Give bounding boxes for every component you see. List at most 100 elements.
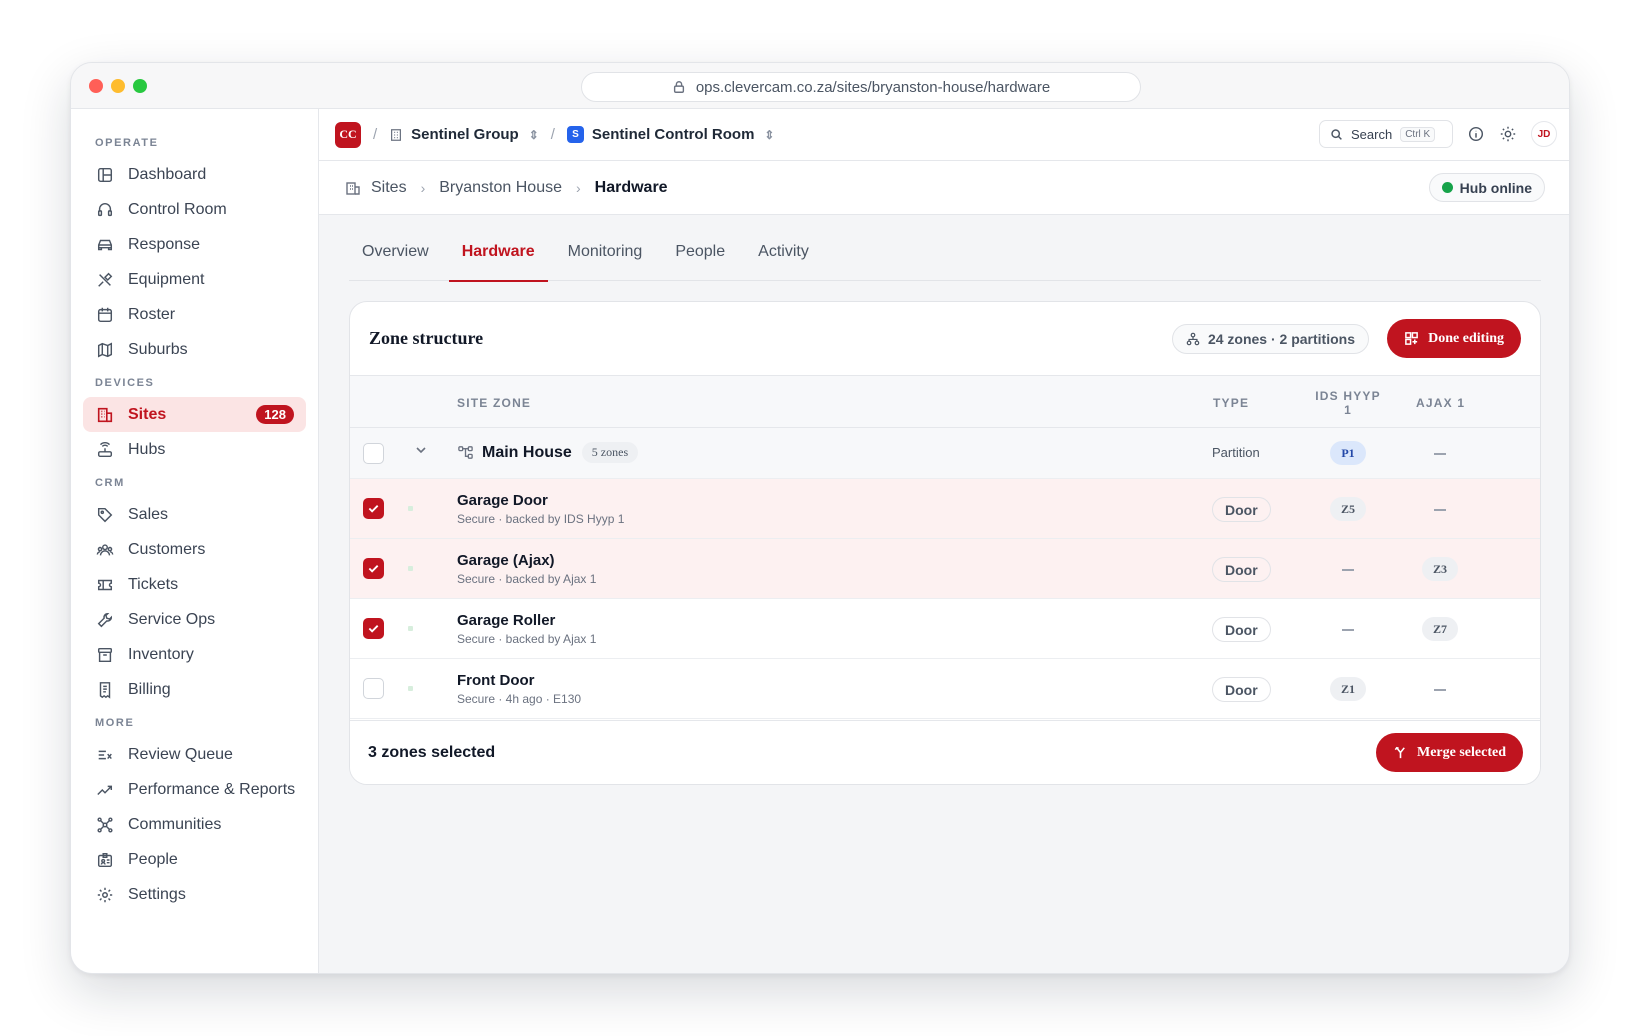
partition-tree-icon <box>458 446 473 459</box>
type-badge: Door <box>1212 497 1271 522</box>
sidebar-item-label: Sales <box>128 505 169 523</box>
grid-plus-icon <box>1405 332 1419 345</box>
sidebar-item-billing[interactable]: Billing <box>83 672 306 707</box>
sidebar-item-control-room[interactable]: Control Room <box>83 192 306 227</box>
chevron-down-icon[interactable] <box>414 443 428 457</box>
empty-cell-dash <box>1434 509 1446 511</box>
sidebar-item-inventory[interactable]: Inventory <box>83 637 306 672</box>
breadcrumb-separator: / <box>373 126 378 143</box>
top-bar: CC / Sentinel Group ⇕ / S Sentinel Contr… <box>319 109 1569 161</box>
building-icon <box>391 128 402 141</box>
column-header-type[interactable]: TYPE <box>1213 396 1249 410</box>
building-icon <box>97 407 113 422</box>
tab-monitoring[interactable]: Monitoring <box>555 235 656 281</box>
table-row[interactable]: Garage (Ajax) Secure · backed by Ajax 1 … <box>350 539 1540 599</box>
search-icon <box>1331 128 1342 140</box>
sidebar-section-operate: OPERATE <box>95 137 159 149</box>
tab-overview[interactable]: Overview <box>349 235 442 281</box>
row-checkbox[interactable] <box>363 443 384 464</box>
row-checkbox[interactable] <box>363 678 384 699</box>
sidebar-item-service-ops[interactable]: Service Ops <box>83 602 306 637</box>
empty-cell-dash <box>1342 629 1354 631</box>
sidebar-item-label: People <box>128 850 178 868</box>
map-icon <box>97 342 113 357</box>
sidebar-item-response[interactable]: Response <box>83 227 306 262</box>
list-check-icon <box>98 750 112 759</box>
sidebar-item-settings[interactable]: Settings <box>83 877 306 912</box>
sidebar-item-suburbs[interactable]: Suburbs <box>83 332 306 367</box>
org-switcher[interactable]: Sentinel Group ⇕ <box>389 126 539 143</box>
maximize-window-button[interactable] <box>133 79 147 93</box>
minimize-window-button[interactable] <box>111 79 125 93</box>
card-header: Zone structure 24 zones · 2 partitions D… <box>350 302 1540 376</box>
address-bar[interactable]: ops.clevercam.co.za/sites/bryanston-hous… <box>581 72 1141 102</box>
sidebar-item-label: Equipment <box>128 270 205 288</box>
sidebar-item-sites[interactable]: Sites 128 <box>83 397 306 432</box>
row-checkbox-checked[interactable] <box>363 498 384 519</box>
sidebar-item-people[interactable]: People <box>83 842 306 877</box>
column-header-ajax[interactable]: AJAX 1 <box>1416 396 1465 410</box>
sidebar-item-label: Roster <box>128 305 176 323</box>
merge-selected-button[interactable]: Merge selected <box>1376 733 1523 772</box>
calendar-icon <box>97 307 113 322</box>
info-button[interactable] <box>1467 125 1485 143</box>
hierarchy-icon <box>1186 332 1200 346</box>
table-row[interactable]: Garage Roller Secure · backed by Ajax 1 … <box>350 599 1540 659</box>
breadcrumb-current: Hardware <box>594 178 668 196</box>
ajax-zone-chip[interactable]: Z7 <box>1422 617 1458 641</box>
type-label: Partition <box>1212 445 1260 460</box>
partition-row[interactable]: Main House 5 zones Partition P1 <box>350 428 1540 479</box>
headset-icon <box>97 202 113 216</box>
sidebar-item-communities[interactable]: Communities <box>83 807 306 842</box>
sidebar-section-crm: CRM <box>95 477 125 489</box>
column-header-zone[interactable]: SITE ZONE <box>457 396 531 410</box>
row-checkbox-checked[interactable] <box>363 558 384 579</box>
tab-hardware[interactable]: Hardware <box>448 235 548 282</box>
app-logo[interactable]: CC <box>335 121 361 148</box>
table-row[interactable]: Garage Door Secure · backed by IDS Hyyp … <box>350 479 1540 539</box>
table-row[interactable]: Front Door Secure · 4h ago · E130 Door Z… <box>350 659 1540 719</box>
search-button[interactable]: Search Ctrl K <box>1319 120 1453 148</box>
user-avatar[interactable]: JD <box>1531 121 1557 147</box>
selection-count: 3 zones selected <box>368 744 496 761</box>
gear-icon <box>97 887 113 902</box>
sidebar-item-label: Customers <box>128 540 206 558</box>
type-badge: Door <box>1212 677 1271 702</box>
sidebar-item-customers[interactable]: Customers <box>83 532 306 567</box>
sidebar-item-equipment[interactable]: Equipment <box>83 262 306 297</box>
sidebar-item-sales[interactable]: Sales <box>83 497 306 532</box>
row-checkbox-checked[interactable] <box>363 618 384 639</box>
browser-window: ops.clevercam.co.za/sites/bryanston-hous… <box>70 62 1570 974</box>
org-name: Sentinel Group <box>411 126 519 143</box>
status-dot-icon <box>408 566 413 571</box>
hub-status-badge: Hub online <box>1428 173 1545 202</box>
check-icon <box>368 625 379 633</box>
zone-name: Garage (Ajax) <box>457 552 555 569</box>
empty-cell-dash <box>1434 453 1446 455</box>
sidebar-item-label: Sites <box>128 405 167 423</box>
ids-zone-chip[interactable]: Z5 <box>1330 497 1366 521</box>
breadcrumb-sites-link[interactable]: Sites <box>371 179 407 197</box>
ajax-zone-chip[interactable]: Z3 <box>1422 557 1458 581</box>
tab-activity[interactable]: Activity <box>745 235 822 281</box>
sidebar-item-label: Billing <box>128 680 171 698</box>
ids-zone-chip[interactable]: Z1 <box>1330 677 1366 701</box>
sidebar-item-review-queue[interactable]: Review Queue <box>83 737 306 772</box>
tab-people[interactable]: People <box>662 235 738 281</box>
sidebar-item-hubs[interactable]: Hubs <box>83 432 306 467</box>
column-header-ids[interactable]: IDS HYYP 1 <box>1313 389 1383 417</box>
sidebar-item-roster[interactable]: Roster <box>83 297 306 332</box>
sidebar-item-dashboard[interactable]: Dashboard <box>83 157 306 192</box>
partition-label: Main House <box>482 443 572 461</box>
theme-toggle-button[interactable] <box>1499 125 1517 143</box>
ids-partition-chip[interactable]: P1 <box>1330 441 1366 465</box>
sidebar-item-tickets[interactable]: Tickets <box>83 567 306 602</box>
sidebar-item-performance[interactable]: Performance & Reports <box>83 772 306 807</box>
close-window-button[interactable] <box>89 79 103 93</box>
url-text: ops.clevercam.co.za/sites/bryanston-hous… <box>695 78 1051 96</box>
done-editing-button[interactable]: Done editing <box>1387 319 1521 358</box>
breadcrumb-site-link[interactable]: Bryanston House <box>439 179 562 197</box>
empty-cell-dash <box>1342 569 1354 571</box>
table-header: SITE ZONE TYPE IDS HYYP 1 AJAX 1 <box>350 376 1540 428</box>
workspace-switcher[interactable]: S Sentinel Control Room ⇕ <box>566 126 774 143</box>
